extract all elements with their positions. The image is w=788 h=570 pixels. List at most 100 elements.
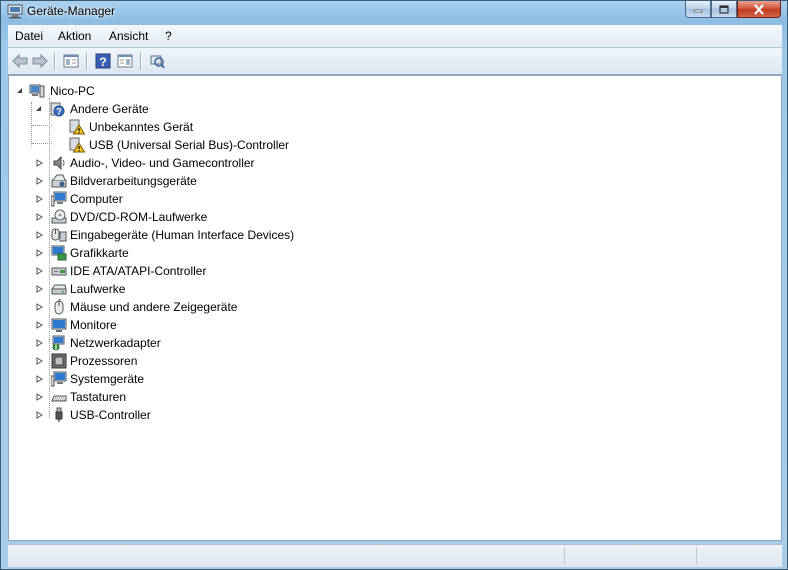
expand-toggle[interactable] <box>35 392 44 401</box>
expand-toggle[interactable] <box>35 302 44 311</box>
tree-node-category[interactable]: Bildverarbeitungsgeräte <box>9 172 781 190</box>
expand-toggle[interactable] <box>35 248 44 257</box>
tree-node-category[interactable]: IDE ATA/ATAPI-Controller <box>9 262 781 280</box>
help-button[interactable]: ? <box>94 52 112 70</box>
toolbar-separator <box>86 52 88 70</box>
menu-ansicht[interactable]: Ansicht <box>109 29 148 43</box>
expand-toggle[interactable] <box>35 176 44 185</box>
expand-triangle-icon <box>36 158 43 167</box>
tree-node-category[interactable]: Systemgeräte <box>9 370 781 388</box>
category-label: IDE ATA/ATAPI-Controller <box>70 264 207 278</box>
expand-toggle[interactable] <box>35 356 44 365</box>
expand-triangle-icon <box>36 212 43 221</box>
category-label: Eingabegeräte (Human Interface Devices) <box>70 228 295 242</box>
expand-triangle-icon <box>36 194 43 203</box>
expand-toggle[interactable] <box>35 284 44 293</box>
expand-triangle-icon <box>36 266 43 275</box>
expand-triangle-icon <box>36 320 43 329</box>
ide-controller-icon <box>51 267 67 276</box>
tree-node-category[interactable]: Computer <box>9 190 781 208</box>
mouse-icon <box>54 299 64 315</box>
usb-icon <box>55 407 63 422</box>
tree-node-category[interactable]: Tastaturen <box>9 388 781 406</box>
show-hide-console-tree-icon <box>63 54 79 68</box>
warning-device-icon <box>69 137 85 153</box>
menu-help[interactable]: ? <box>165 29 172 43</box>
tree-node-category[interactable]: USB-Controller <box>9 406 781 424</box>
tree-node-category[interactable]: Prozessoren <box>9 352 781 370</box>
category-label: Bildverarbeitungsgeräte <box>70 174 197 188</box>
tree-node-category[interactable]: DVD/CD-ROM-Laufwerke <box>9 208 781 226</box>
properties-button[interactable] <box>116 52 134 70</box>
expand-toggle[interactable] <box>35 158 44 167</box>
forward-icon <box>32 54 48 68</box>
category-label: Grafikkarte <box>70 246 129 260</box>
menu-aktion[interactable]: Aktion <box>58 29 91 43</box>
category-label: Monitore <box>70 318 117 332</box>
device-tree: Nico-PC ? Andere Geräte Unbekanntes Gerä… <box>8 75 782 541</box>
tree-node-usb-controller-problem[interactable]: USB (Universal Serial Bus)-Controller <box>9 136 781 154</box>
minimize-button[interactable] <box>685 1 711 18</box>
category-label: Tastaturen <box>70 390 127 404</box>
menu-datei[interactable]: Datei <box>15 29 43 43</box>
tree-node-category[interactable]: Mäuse und andere Zeigegeräte <box>9 298 781 316</box>
console-tree-button[interactable] <box>62 52 80 70</box>
status-bar <box>8 544 782 567</box>
tree-node-category[interactable]: Grafikkarte <box>9 244 781 262</box>
category-label: Laufwerke <box>70 282 126 296</box>
expand-toggle[interactable] <box>35 212 44 221</box>
expand-toggle[interactable] <box>35 266 44 275</box>
expand-triangle-icon <box>36 176 43 185</box>
tree-node-category[interactable]: Eingabegeräte (Human Interface Devices) <box>9 226 781 244</box>
expand-toggle[interactable] <box>35 410 44 419</box>
window-title: Geräte-Manager <box>27 4 116 18</box>
category-label: Prozessoren <box>70 354 138 368</box>
root-label: Nico-PC <box>50 84 95 98</box>
svg-text:?: ? <box>99 55 106 69</box>
device-manager-window: Geräte-Manager Datei Aktion Ansicht ? ? … <box>0 0 788 570</box>
unknown-device-icon: ? <box>50 102 65 117</box>
status-pane <box>564 547 697 564</box>
expand-toggle[interactable] <box>34 104 43 113</box>
computer-icon <box>51 191 67 207</box>
display-adapter-icon <box>51 245 67 261</box>
expand-triangle-icon <box>36 392 43 401</box>
unknown-device-label: Unbekanntes Gerät <box>89 120 194 134</box>
expand-toggle[interactable] <box>35 194 44 203</box>
maximize-button[interactable] <box>711 1 737 18</box>
help-icon: ? <box>95 53 111 69</box>
close-button[interactable] <box>737 1 781 18</box>
minimize-icon <box>693 9 703 13</box>
tree-node-other-devices[interactable]: ? Andere Geräte <box>9 100 781 118</box>
usb-controller-problem-label: USB (Universal Serial Bus)-Controller <box>89 138 290 152</box>
title-bar[interactable]: Geräte-Manager <box>1 1 787 23</box>
scan-hardware-button[interactable] <box>148 52 166 70</box>
category-label: Systemgeräte <box>70 372 145 386</box>
expand-triangle-icon <box>36 230 43 239</box>
tree-node-category[interactable]: Audio-, Video- und Gamecontroller <box>9 154 781 172</box>
category-label: Audio-, Video- und Gamecontroller <box>70 156 255 170</box>
expand-triangle-icon <box>36 338 43 347</box>
expand-toggle[interactable] <box>35 320 44 329</box>
toolbar-separator <box>54 52 56 70</box>
expand-toggle[interactable] <box>35 230 44 239</box>
tree-node-category[interactable]: Laufwerke <box>9 280 781 298</box>
tree-node-category[interactable]: Monitore <box>9 316 781 334</box>
category-label: USB-Controller <box>70 408 151 422</box>
caption-buttons <box>685 1 781 19</box>
svg-text:?: ? <box>56 107 62 117</box>
back-button[interactable] <box>11 52 29 70</box>
speaker-icon <box>53 155 65 171</box>
tree-node-category[interactable]: Netzwerkadapter <box>9 334 781 352</box>
monitor-icon <box>51 318 67 332</box>
forward-button[interactable] <box>31 52 49 70</box>
expand-toggle[interactable] <box>35 374 44 383</box>
network-adapter-icon <box>52 335 65 351</box>
tree-node-root[interactable]: Nico-PC <box>9 82 781 100</box>
menu-bar: Datei Aktion Ansicht ? <box>8 25 782 48</box>
expand-toggle[interactable] <box>35 338 44 347</box>
expand-triangle-icon <box>36 302 43 311</box>
tree-node-unknown-device[interactable]: Unbekanntes Gerät <box>9 118 781 136</box>
toolbar: ? <box>8 48 782 75</box>
expand-toggle[interactable] <box>15 86 24 95</box>
